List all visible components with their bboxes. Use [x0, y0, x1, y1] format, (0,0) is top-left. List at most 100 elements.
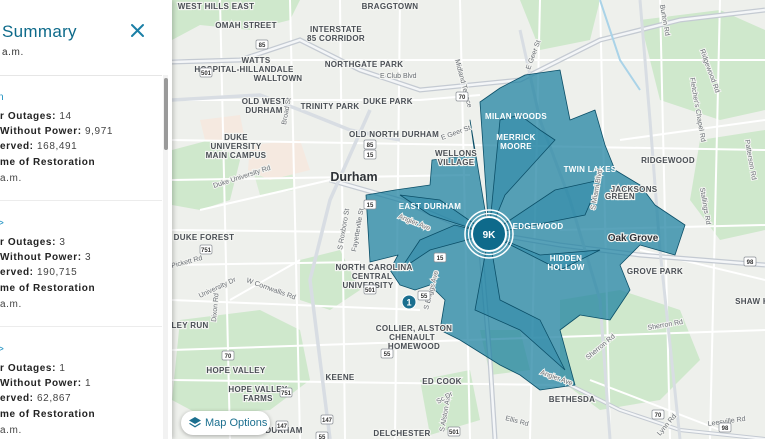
label-ridgewood: RIDGEWOOD — [641, 156, 695, 165]
region-without-power-value: 1 — [85, 378, 92, 389]
route-shield: 70 — [221, 350, 235, 361]
region-restoration-label: me of Restoration — [0, 409, 96, 420]
region-served-value: 62,867 — [37, 393, 72, 404]
region-separator — [0, 200, 162, 201]
region-restoration-value-row: a.m. — [0, 425, 22, 436]
region-served-label: erved: — [0, 141, 37, 152]
route-shield: 85 — [255, 39, 269, 50]
label-moore: MOORE — [500, 142, 532, 151]
route-shield-label: 501 — [201, 71, 212, 77]
panel-header: Summary a.m. — [0, 0, 172, 66]
route-shield: 98 — [743, 256, 757, 267]
route-shield-label: 147 — [277, 424, 288, 430]
label-village: VILLAGE — [438, 158, 475, 167]
label-twin-lakes: TWIN LAKES — [564, 165, 617, 174]
region-without-power-row: Without Power: 3 — [0, 252, 91, 263]
region-outages-row: r Outages: 3 — [0, 237, 66, 248]
region-link[interactable]: n — [0, 92, 4, 103]
panel-header-time: a.m. — [2, 47, 24, 58]
route-shield: 55 — [380, 348, 394, 359]
region-restoration-value: a.m. — [0, 173, 22, 184]
label-oak-grove: Oak Grove — [608, 233, 659, 244]
layers-icon — [189, 417, 201, 428]
label-braggtown: BRAGGTOWN — [362, 2, 419, 11]
route-shield: 85 — [363, 139, 377, 150]
outage-cluster[interactable]: 9K — [464, 209, 514, 259]
label-farms: FARMS — [243, 394, 273, 403]
region-restoration-value-row: a.m. — [0, 173, 22, 184]
route-shield: 55 — [417, 290, 431, 301]
map-options-button[interactable]: Map Options — [181, 411, 270, 435]
region-restoration-row: me of Restoration — [0, 409, 95, 420]
region-without-power-value: 9,971 — [85, 126, 114, 137]
route-shield-label: 98 — [722, 426, 729, 432]
route-shield: 147 — [275, 420, 289, 431]
route-shield-label: 85 — [367, 143, 374, 149]
region-restoration-value-row: a.m. — [0, 299, 22, 310]
route-shield-label: 70 — [459, 95, 466, 101]
route-shield-label: 501 — [365, 288, 376, 294]
region-outages-value: 14 — [59, 111, 72, 122]
route-shield: 751 — [279, 387, 293, 398]
label-grove-park: GROVE PARK — [627, 267, 683, 276]
road-e-club-blvd: E Club Blvd — [380, 73, 417, 80]
label-hope-valley: HOPE VALLEY — [206, 366, 266, 375]
label-north-carolina: NORTH CAROLINA — [335, 263, 412, 272]
route-shield-label: 70 — [225, 354, 232, 360]
region-served-label: erved: — [0, 393, 37, 404]
label-northgate-park: NORTHGATE PARK — [325, 60, 404, 69]
outage-marker-label: 1 — [406, 298, 411, 308]
label-west-hills-east: WEST HILLS EAST — [178, 2, 255, 11]
region-restoration-label: me of Restoration — [0, 157, 96, 168]
label-ley-run: LEY RUN — [171, 321, 208, 330]
route-shield-label: 501 — [449, 430, 460, 436]
close-button[interactable] — [128, 21, 148, 41]
label-duke-forest: DUKE FOREST — [174, 233, 235, 242]
label-ed-cook: ED COOK — [422, 377, 461, 386]
region-restoration-value: a.m. — [0, 299, 22, 310]
label-delchester: DELCHESTER — [373, 429, 430, 438]
label-interstate: INTERSTATE — [310, 25, 362, 34]
panel-divider — [0, 75, 162, 76]
label-edgewood: EDGEWOOD — [513, 222, 564, 231]
route-shield: 98 — [718, 422, 732, 433]
route-shield-label: 15 — [367, 153, 374, 159]
outage-marker[interactable]: 1 — [401, 294, 417, 310]
region-outages-row: r Outages: 14 — [0, 111, 72, 122]
label-old-west-durham: DURHAM — [245, 106, 282, 115]
route-shield: 751 — [199, 244, 213, 255]
region-restoration-row: me of Restoration — [0, 157, 95, 168]
route-shield: 147 — [320, 414, 334, 425]
close-icon — [131, 24, 144, 37]
region-link[interactable]: > — [0, 218, 4, 229]
region-without-power-row: Without Power: 9,971 — [0, 126, 113, 137]
summary-panel: Summary a.m. n r Outages: 14 Without Pow… — [0, 0, 172, 439]
label-central: CENTRAL — [352, 272, 392, 281]
route-shield-label: 147 — [322, 418, 333, 424]
region-without-power-label: Without Power: — [0, 378, 86, 389]
region-outages-label: r Outages: — [0, 363, 60, 374]
route-shield-label: 55 — [421, 294, 428, 300]
panel-scrollbar-thumb[interactable] — [164, 78, 168, 150]
region-outages-value: 1 — [59, 363, 66, 374]
region-served-value: 190,715 — [37, 267, 78, 278]
label-keene: KEENE — [325, 373, 354, 382]
label-walltown: WALLTOWN — [254, 74, 303, 83]
route-shield: 15 — [363, 199, 377, 210]
route-shield-label: 70 — [655, 413, 662, 419]
route-shield-label: 98 — [747, 260, 754, 266]
route-shield: 55 — [315, 431, 329, 439]
region-link[interactable]: > — [0, 344, 4, 355]
label-hidden: HIDDEN — [550, 254, 582, 263]
route-shield-label: 55 — [319, 435, 326, 439]
route-shield-label: 751 — [281, 391, 292, 397]
region-outages-row: r Outages: 1 — [0, 363, 66, 374]
route-shield: 15 — [433, 252, 447, 263]
label-collier-alston: COLLIER, ALSTON — [376, 324, 453, 333]
route-shield-label: 15 — [367, 203, 374, 209]
label-bethesda: BETHESDA — [549, 395, 595, 404]
label-hope-valley-2: HOPE VALLEY — [228, 385, 288, 394]
label-duke: DUKE — [224, 133, 248, 142]
label-merrick: MERRICK — [496, 133, 535, 142]
region-restoration-row: me of Restoration — [0, 283, 95, 294]
